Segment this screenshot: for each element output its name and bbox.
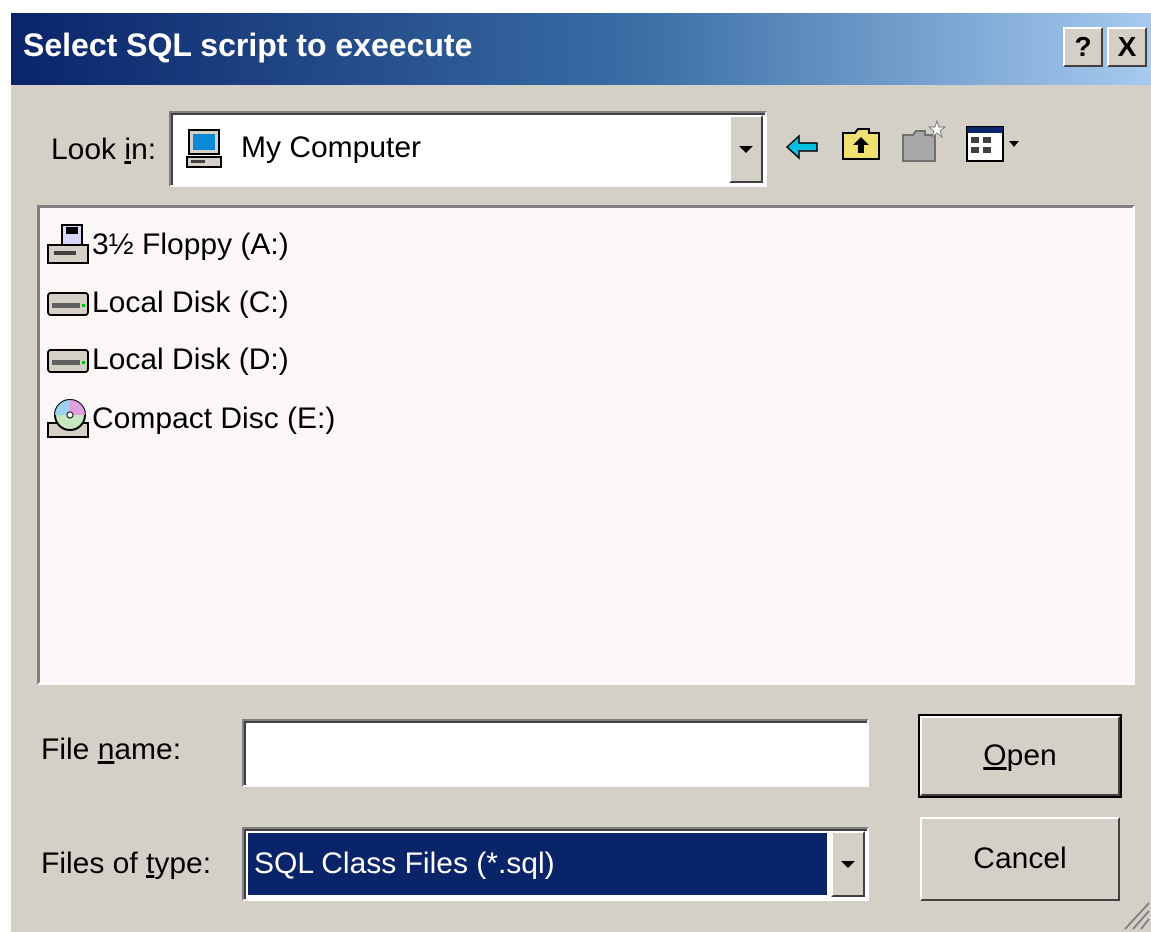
look-in-dropdown[interactable]: My Computer <box>169 111 767 187</box>
cd-drive-icon <box>47 399 89 438</box>
close-button[interactable]: X <box>1107 27 1147 67</box>
open-button[interactable]: Open <box>918 714 1122 798</box>
new-folder-icon[interactable] <box>899 117 947 165</box>
resize-grip-icon[interactable] <box>1121 897 1151 931</box>
list-item-compact-disc-e[interactable]: Compact Disc (E:) <box>46 394 335 444</box>
back-arrow-icon[interactable] <box>783 127 823 167</box>
list-item-label: Local Disk (D:) <box>92 343 289 376</box>
file-type-selection: SQL Class Files (*.sql) <box>248 833 827 895</box>
file-name-label: File name: <box>41 733 182 766</box>
file-type-dropdown[interactable]: SQL Class Files (*.sql) <box>242 827 869 901</box>
dialog-title: Select SQL script to exeecute <box>23 27 473 63</box>
floppy-drive-icon <box>47 224 89 264</box>
list-item-local-disk-c[interactable]: Local Disk (C:) <box>46 278 289 328</box>
list-item-label: Local Disk (C:) <box>92 286 289 319</box>
list-item-label: 3½ Floppy (A:) <box>92 228 289 261</box>
file-type-label: Files of type: <box>41 847 212 880</box>
look-in-value: My Computer <box>241 131 422 164</box>
my-computer-icon <box>186 129 222 168</box>
hard-disk-icon <box>47 292 89 316</box>
file-type-dropdown-button[interactable] <box>831 831 865 897</box>
file-type-value: SQL Class Files (*.sql) <box>254 847 555 880</box>
file-name-input[interactable] <box>242 719 869 787</box>
title-bar[interactable]: Select SQL script to exeecute ? X <box>11 13 1151 85</box>
list-item-label: Compact Disc (E:) <box>92 402 336 435</box>
list-item-local-disk-d[interactable]: Local Disk (D:) <box>46 335 289 385</box>
look-in-label: Look in: <box>51 133 157 166</box>
view-menu-icon[interactable] <box>963 123 1033 167</box>
cancel-button[interactable]: Cancel <box>920 817 1120 901</box>
file-list[interactable]: 3½ Floppy (A:) Local Disk (C:) Local Dis… <box>37 205 1135 685</box>
help-button[interactable]: ? <box>1063 27 1103 67</box>
open-file-dialog: Select SQL script to exeecute ? X Look i… <box>9 11 1151 932</box>
look-in-dropdown-button[interactable] <box>729 115 763 183</box>
list-item-floppy[interactable]: 3½ Floppy (A:) <box>46 220 289 270</box>
up-folder-icon[interactable] <box>839 121 883 165</box>
hard-disk-icon <box>47 349 89 373</box>
